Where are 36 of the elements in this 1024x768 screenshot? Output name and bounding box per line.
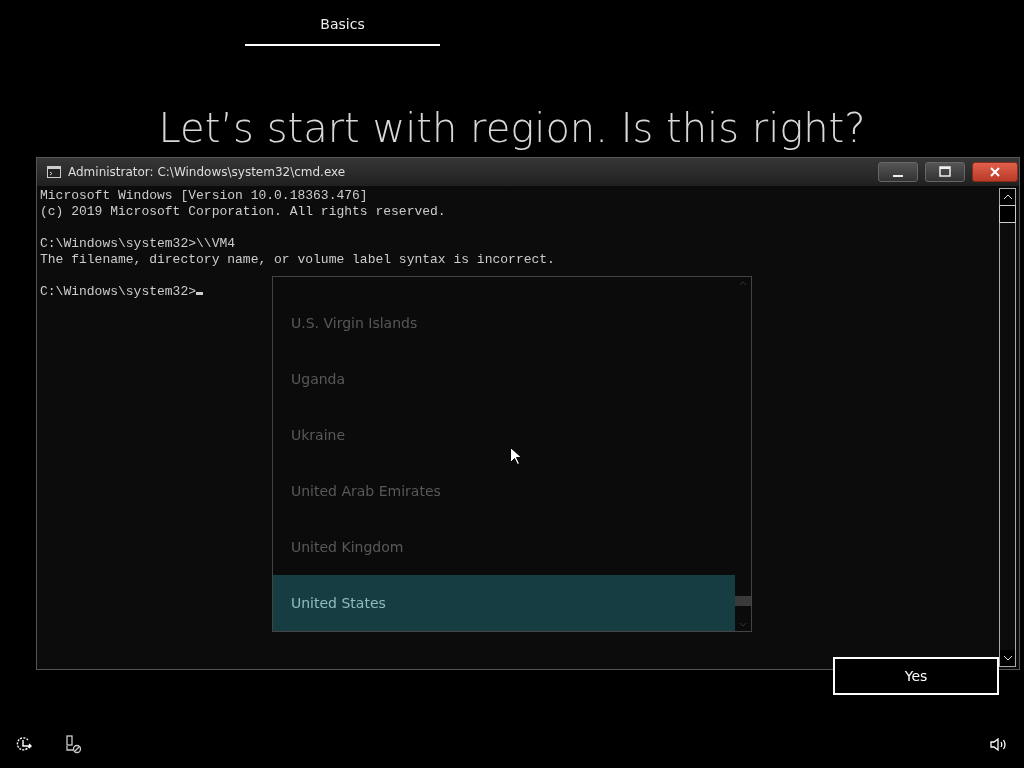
close-icon (989, 166, 1001, 178)
console-line: Microsoft Windows [Version 10.0.18363.476] (40, 188, 369, 204)
console-line: The filename, directory name, or volume label syntax is incorrect. (40, 252, 556, 268)
accessibility-icon[interactable] (15, 737, 33, 753)
minimize-icon (893, 175, 903, 177)
scroll-down-icon (739, 622, 747, 627)
console-app-icon (47, 166, 61, 178)
scroll-down-button[interactable] (1000, 650, 1015, 666)
yes-button[interactable]: Yes (833, 657, 999, 695)
scroll-up-button[interactable] (1000, 189, 1015, 205)
text-cursor (196, 292, 204, 295)
scrollbar[interactable] (999, 188, 1016, 667)
maximize-button[interactable] (925, 162, 965, 182)
mouse-pointer-icon (510, 447, 521, 465)
region-item[interactable]: United States (273, 575, 735, 631)
scroll-up-icon (739, 281, 747, 286)
console-prompt: C:\Windows\system32> (40, 284, 197, 299)
maximize-icon (938, 166, 952, 178)
region-item[interactable]: Uganda (273, 351, 735, 408)
region-item[interactable]: Ukraine (273, 407, 735, 464)
tab[interactable]: Basics (245, 12, 440, 46)
console-line: C:\Windows\system32>\\VM4 (40, 236, 237, 252)
scroll-thumb[interactable] (735, 596, 751, 606)
volume-icon[interactable] (990, 737, 1007, 752)
close-button[interactable] (972, 162, 1018, 182)
region-item[interactable]: United Kingdom (273, 519, 735, 576)
microphone-off-icon[interactable] (64, 735, 82, 754)
chevron-up-icon (1002, 194, 1013, 200)
page-heading: Let’s start with region. Is this right? (157, 104, 867, 152)
window-title: Administrator: C:\Windows\system32\cmd.exe (68, 164, 346, 181)
chevron-down-icon (1002, 655, 1013, 661)
scroll-thumb[interactable] (999, 205, 1016, 223)
region-item[interactable]: U.S. Virgin Islands (273, 296, 735, 352)
minimize-button[interactable] (878, 162, 918, 182)
console-line: (c) 2019 Microsoft Corporation. All rights reserved. (40, 204, 447, 220)
region-item[interactable]: United Arab Emirates (273, 463, 735, 520)
